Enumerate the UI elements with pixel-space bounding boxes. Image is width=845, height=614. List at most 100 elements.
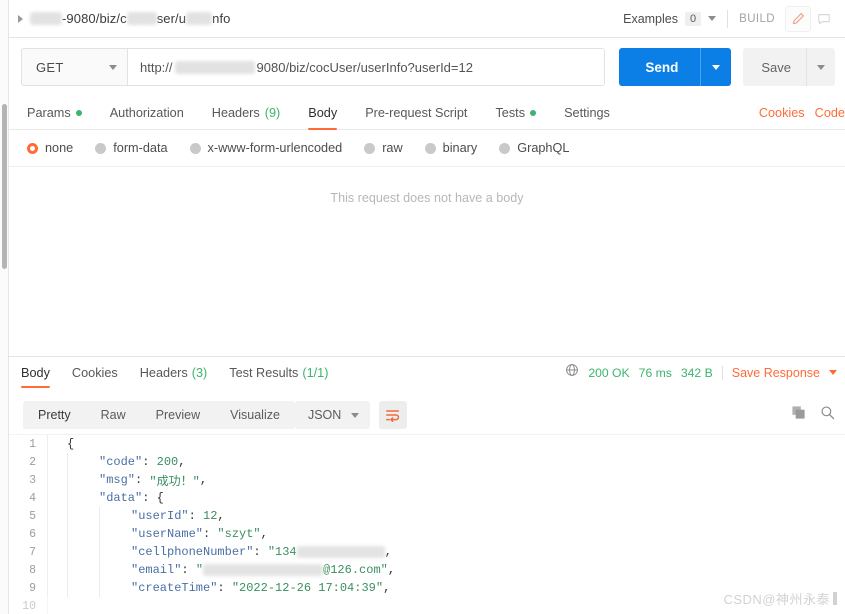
line-number: 5 bbox=[29, 509, 36, 523]
body-type-none[interactable]: none bbox=[27, 141, 73, 155]
response-tab-cookies[interactable]: Cookies bbox=[72, 357, 118, 388]
url-input[interactable]: http:// 9080/biz/cocUser/userInfo?userId… bbox=[127, 48, 606, 86]
http-method-select[interactable]: GET bbox=[21, 48, 127, 86]
save-button[interactable]: Save bbox=[743, 48, 835, 86]
radio-button[interactable] bbox=[424, 142, 436, 154]
code-token: , bbox=[217, 509, 225, 523]
fold-gutter[interactable] bbox=[47, 579, 59, 597]
comment-icon[interactable] bbox=[811, 6, 837, 32]
view-mode-raw[interactable]: Raw bbox=[86, 401, 141, 429]
code-token: : bbox=[181, 563, 196, 577]
build-label[interactable]: BUILD bbox=[739, 13, 775, 25]
tab-pre-request-script[interactable]: Pre-request Script bbox=[365, 96, 467, 129]
view-mode-preview[interactable]: Preview bbox=[141, 401, 215, 429]
code-token: , bbox=[383, 581, 391, 595]
wrap-text-icon[interactable] bbox=[379, 401, 408, 429]
save-response-chevron-down-icon[interactable] bbox=[829, 370, 837, 375]
left-scroll-rail[interactable] bbox=[0, 0, 9, 614]
response-toolbar-actions bbox=[791, 405, 845, 425]
search-icon[interactable] bbox=[820, 405, 835, 425]
body-type-binary[interactable]: binary bbox=[424, 141, 477, 155]
tab-authorization[interactable]: Authorization bbox=[110, 96, 184, 129]
view-mode-visualize[interactable]: Visualize bbox=[215, 401, 295, 429]
code-token: "email" bbox=[131, 563, 182, 577]
tab-tests[interactable]: Tests bbox=[495, 96, 537, 129]
page-title: -9080/biz/c ser/u nfo bbox=[30, 11, 230, 26]
link-cookies[interactable]: Cookies bbox=[759, 106, 805, 120]
response-view-toolbar: Pretty Raw Preview Visualize JSON bbox=[9, 396, 845, 434]
request-body-area[interactable]: This request does not have a body bbox=[9, 166, 845, 356]
tab-label: Settings bbox=[564, 105, 610, 120]
fold-gutter[interactable] bbox=[47, 525, 59, 543]
tab-headers[interactable]: Headers (9) bbox=[212, 96, 280, 129]
code-token: "2022-12-26 17:04:39" bbox=[231, 581, 384, 595]
fold-gutter[interactable] bbox=[47, 471, 59, 489]
tab-params[interactable]: Params bbox=[27, 96, 82, 129]
radio-button[interactable] bbox=[499, 142, 511, 154]
redaction-block bbox=[296, 546, 385, 558]
caret-right-icon[interactable] bbox=[18, 14, 23, 23]
response-tab-headers[interactable]: Headers (3) bbox=[140, 357, 207, 388]
body-type-x-www-form-urlencoded[interactable]: x-www-form-urlencoded bbox=[189, 141, 342, 155]
request-tab-title-group[interactable]: -9080/biz/c ser/u nfo bbox=[9, 11, 623, 26]
code-token: , bbox=[199, 473, 208, 487]
radio-button[interactable] bbox=[27, 142, 38, 154]
divider bbox=[727, 9, 729, 28]
examples-chevron-down-icon[interactable] bbox=[708, 16, 717, 21]
fold-gutter[interactable] bbox=[47, 453, 59, 471]
pencil-icon[interactable] bbox=[785, 5, 811, 32]
tab-label: Params bbox=[27, 105, 71, 120]
send-options-button[interactable] bbox=[701, 48, 731, 86]
examples-count-badge: 0 bbox=[685, 11, 702, 26]
code-line: 6 "userName": "szyt", bbox=[9, 525, 845, 543]
fold-gutter[interactable] bbox=[47, 561, 59, 579]
watermark: CSDN@神州永泰 bbox=[723, 589, 837, 608]
body-type-form-data[interactable]: form-data bbox=[95, 141, 168, 155]
code-line: 5 "userId": 12, bbox=[9, 507, 845, 525]
radio-button[interactable] bbox=[95, 142, 107, 154]
tab-status-dot bbox=[75, 109, 82, 116]
tab-settings[interactable]: Settings bbox=[564, 96, 610, 129]
left-scroll-thumb[interactable] bbox=[2, 104, 7, 269]
body-type-label: none bbox=[45, 141, 74, 155]
body-type-graphql[interactable]: GraphQL bbox=[499, 141, 569, 155]
link-code[interactable]: Code bbox=[815, 106, 845, 120]
tab-label: Authorization bbox=[109, 105, 184, 120]
code-token: { bbox=[156, 491, 164, 505]
code-token: "cellphoneNumber" bbox=[131, 545, 254, 559]
fold-gutter[interactable] bbox=[47, 489, 59, 507]
fold-gutter[interactable] bbox=[47, 507, 59, 525]
save-response-button[interactable]: Save Response bbox=[732, 366, 820, 380]
method-chevron-down-icon[interactable] bbox=[109, 64, 117, 70]
save-options-button[interactable] bbox=[807, 48, 835, 86]
response-format-select[interactable]: JSON bbox=[294, 401, 371, 429]
response-section-tabs: Body Cookies Headers (3) Test Results (1/1) 2… bbox=[9, 357, 845, 389]
fold-gutter[interactable] bbox=[47, 435, 59, 453]
code-token: "data" bbox=[99, 491, 143, 505]
tab-title-suffix: nfo bbox=[212, 11, 231, 26]
url-text: http:// 9080/biz/cocUser/userInfo?userId… bbox=[140, 60, 473, 75]
radio-button[interactable] bbox=[364, 142, 376, 154]
code-line: 8 "email": " @126.com", bbox=[9, 561, 845, 579]
request-url-row: GET http:// 9080/biz/cocUser/userInfo?us… bbox=[9, 38, 845, 96]
tab-body[interactable]: Body bbox=[308, 96, 337, 130]
code-token: "code" bbox=[99, 455, 143, 469]
fold-gutter[interactable] bbox=[47, 543, 59, 561]
code-token: , bbox=[260, 527, 268, 541]
response-tab-test-results[interactable]: Test Results (1/1) bbox=[229, 357, 328, 388]
code-line: 3 "msg": "成功！", bbox=[9, 471, 845, 489]
response-body-viewer[interactable]: 1{2 "code": 200, 3 "msg": "成功！", 4 "data": {5… bbox=[9, 434, 845, 614]
redaction-block bbox=[186, 12, 213, 25]
copy-icon[interactable] bbox=[791, 405, 806, 425]
send-button[interactable]: Send bbox=[619, 48, 732, 86]
indent-guide bbox=[67, 471, 68, 489]
body-type-raw[interactable]: raw bbox=[364, 141, 403, 155]
code-token: : bbox=[142, 491, 157, 505]
response-tab-body[interactable]: Body bbox=[21, 357, 50, 388]
code-token: "134 bbox=[267, 545, 297, 559]
view-mode-pretty[interactable]: Pretty bbox=[23, 401, 86, 429]
code-token: "szyt" bbox=[217, 527, 261, 541]
radio-button[interactable] bbox=[189, 142, 201, 154]
body-type-label: raw bbox=[382, 141, 403, 155]
format-chevron-down-icon[interactable] bbox=[351, 412, 360, 418]
